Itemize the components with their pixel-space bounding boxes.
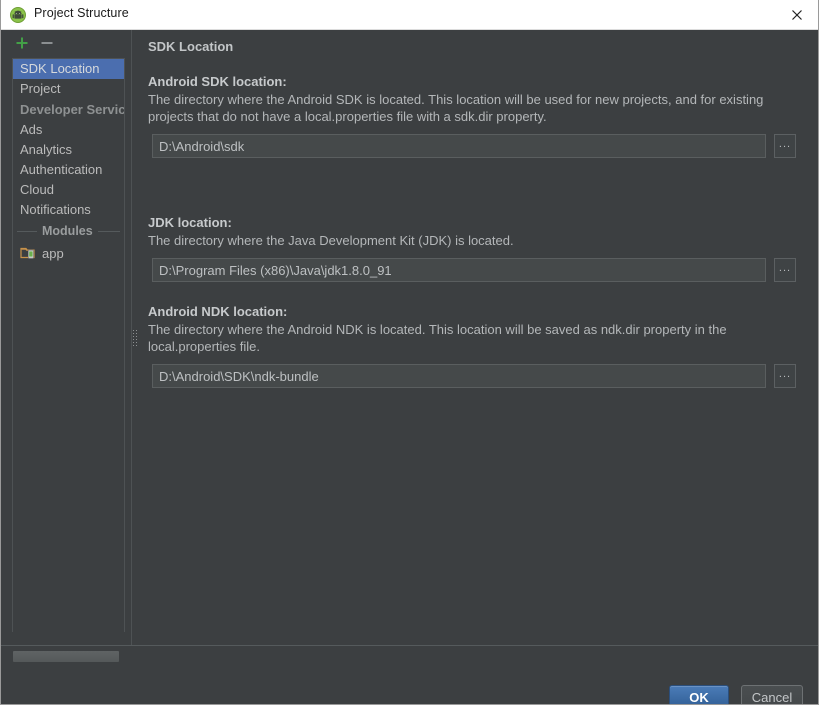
sidebar-item-label: SDK Location bbox=[20, 61, 100, 76]
field-android-ndk-location: Android NDK location: The directory wher… bbox=[148, 304, 798, 388]
add-module-button[interactable] bbox=[13, 34, 31, 52]
close-icon[interactable] bbox=[774, 0, 819, 29]
separator-rule-right bbox=[98, 231, 120, 232]
sidebar-item-label: Project bbox=[20, 81, 60, 96]
cancel-button[interactable]: Cancel bbox=[741, 685, 803, 705]
splitter-grip-icon[interactable] bbox=[133, 325, 137, 351]
content-panel: SDK Location Android SDK location: The d… bbox=[140, 30, 818, 645]
sidebar-item-ads[interactable]: Ads bbox=[13, 120, 124, 140]
sidebar-item-notifications[interactable]: Notifications bbox=[13, 200, 124, 220]
sidebar-item-sdk-location[interactable]: SDK Location bbox=[13, 59, 124, 79]
plus-icon bbox=[15, 36, 29, 50]
sidebar-item-app[interactable]: app bbox=[13, 242, 124, 264]
field-description: The directory where the Android SDK is l… bbox=[148, 91, 788, 125]
android-ndk-browse-button[interactable]: ... bbox=[774, 364, 796, 388]
field-android-sdk-location: Android SDK location: The directory wher… bbox=[148, 74, 798, 158]
module-folder-icon bbox=[20, 245, 36, 261]
field-row: ... bbox=[148, 134, 796, 158]
field-row: ... bbox=[148, 258, 796, 282]
sidebar-item-label: Authentication bbox=[20, 162, 102, 177]
title-bar: Project Structure bbox=[1, 0, 819, 30]
sidebar-item-label: app bbox=[42, 246, 64, 261]
field-jdk-location: JDK location: The directory where the Ja… bbox=[148, 215, 798, 282]
sidebar-item-authentication[interactable]: Authentication bbox=[13, 160, 124, 180]
minus-icon bbox=[40, 36, 54, 50]
page-title: SDK Location bbox=[148, 39, 233, 54]
ok-button[interactable]: OK bbox=[669, 685, 729, 705]
field-label: Android SDK location: bbox=[148, 74, 798, 89]
sidebar-list[interactable]: SDK Location Project Developer Services … bbox=[12, 58, 125, 632]
sidebar-item-project[interactable]: Project bbox=[13, 79, 124, 99]
dialog-body: SDK Location Project Developer Services … bbox=[1, 30, 818, 703]
splitter-line bbox=[131, 30, 132, 645]
field-description: The directory where the Java Development… bbox=[148, 232, 788, 249]
field-label: Android NDK location: bbox=[148, 304, 798, 319]
project-structure-dialog: Project Structure bbox=[0, 0, 819, 705]
sidebar-modules-label: Modules bbox=[42, 220, 93, 242]
android-sdk-browse-button[interactable]: ... bbox=[774, 134, 796, 158]
sidebar-group-label: Developer Services bbox=[20, 102, 124, 117]
android-robot-icon bbox=[10, 7, 26, 23]
sidebar-item-label: Notifications bbox=[20, 202, 91, 217]
jdk-browse-button[interactable]: ... bbox=[774, 258, 796, 282]
sidebar-item-label: Cloud bbox=[20, 182, 54, 197]
separator-rule-left bbox=[17, 231, 37, 232]
android-sdk-location-input[interactable] bbox=[152, 134, 766, 158]
field-row: ... bbox=[148, 364, 796, 388]
dialog-footer: OK Cancel bbox=[1, 646, 818, 703]
jdk-location-input[interactable] bbox=[152, 258, 766, 282]
sidebar-item-cloud[interactable]: Cloud bbox=[13, 180, 124, 200]
sidebar: SDK Location Project Developer Services … bbox=[1, 30, 131, 645]
sidebar-splitter[interactable] bbox=[131, 30, 140, 645]
field-description: The directory where the Android NDK is l… bbox=[148, 321, 788, 355]
sidebar-item-analytics[interactable]: Analytics bbox=[13, 140, 124, 160]
sidebar-item-label: Analytics bbox=[20, 142, 72, 157]
android-ndk-location-input[interactable] bbox=[152, 364, 766, 388]
remove-module-button[interactable] bbox=[38, 34, 56, 52]
field-label: JDK location: bbox=[148, 215, 798, 230]
sidebar-item-label: Ads bbox=[20, 122, 42, 137]
sidebar-group-developer-services: Developer Services bbox=[13, 99, 124, 120]
sidebar-modules-separator: Modules bbox=[13, 220, 124, 242]
window-title: Project Structure bbox=[34, 6, 129, 20]
sidebar-toolbar bbox=[1, 30, 131, 56]
